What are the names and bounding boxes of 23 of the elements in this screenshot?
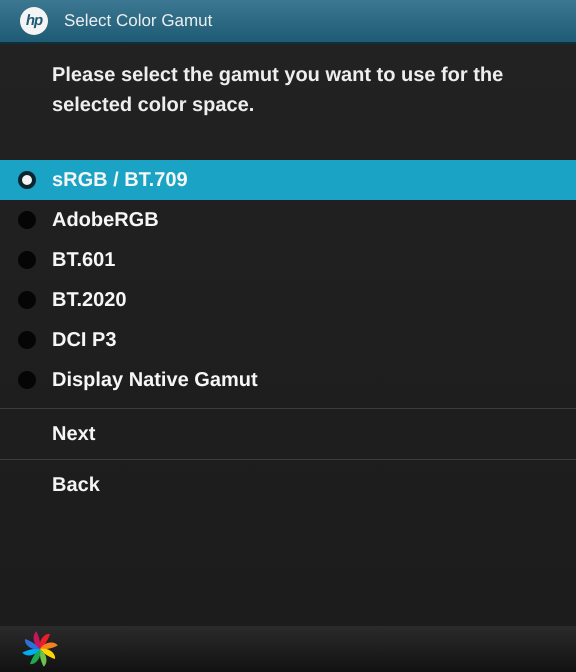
radio-icon [18, 211, 36, 229]
menu-action[interactable]: Next [0, 409, 576, 460]
radio-icon [18, 171, 36, 189]
option-label: BT.601 [52, 248, 116, 273]
gamut-option[interactable]: DCI P3 [0, 320, 576, 360]
gamut-option[interactable]: Display Native Gamut [0, 360, 576, 400]
prompt-text: Please select the gamut you want to use for the selected color space. [51, 63, 504, 118]
radio-icon [18, 251, 36, 269]
radio-icon [18, 331, 36, 349]
pinwheel-icon [22, 631, 58, 667]
gamut-option[interactable]: AdobeRGB [0, 200, 576, 240]
menu-action[interactable]: Back [0, 460, 576, 511]
gamut-option[interactable]: BT.601 [0, 240, 576, 280]
logo-icon: hp [20, 7, 48, 35]
option-label: DCI P3 [52, 328, 116, 353]
gamut-option[interactable]: BT.2020 [0, 280, 576, 320]
option-label: Display Native Gamut [52, 368, 258, 393]
option-label: BT.2020 [52, 288, 126, 313]
window-title: Select Color Gamut [64, 10, 212, 32]
option-label: AdobeRGB [52, 208, 159, 233]
radio-icon [18, 291, 36, 309]
radio-icon [18, 371, 36, 389]
option-label: sRGB / BT.709 [52, 168, 188, 193]
